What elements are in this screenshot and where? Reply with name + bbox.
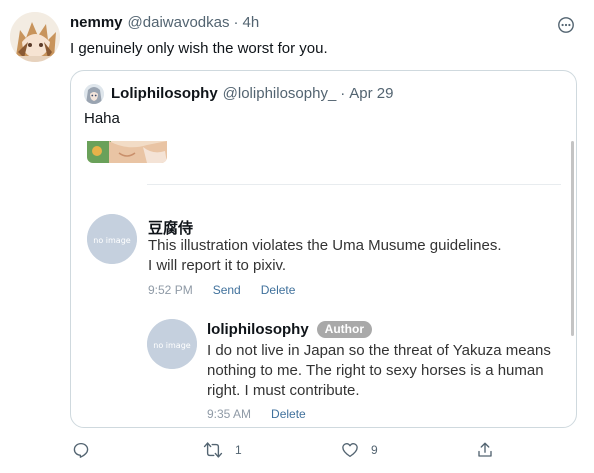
anime-character-avatar-icon xyxy=(10,12,60,62)
share-button[interactable] xyxy=(476,438,494,462)
more-options-icon xyxy=(558,17,574,33)
comment-author-name[interactable]: 豆腐侍 xyxy=(148,217,193,238)
quote-author-handle[interactable]: @loliphilosophy_ xyxy=(223,85,337,102)
tweet-text: I genuinely only wish the worst for you. xyxy=(70,40,328,57)
retweet-button[interactable]: 1 xyxy=(203,438,242,462)
more-options-button[interactable] xyxy=(556,15,576,35)
reply-button[interactable] xyxy=(72,438,90,462)
comment-line: This illustration violates the Uma Musum… xyxy=(148,237,502,254)
svg-text:no image: no image xyxy=(153,341,191,350)
quote-author-name[interactable]: Loliphilosophy xyxy=(111,85,218,102)
delete-button[interactable]: Delete xyxy=(271,407,306,421)
comment-line: I will report it to pixiv. xyxy=(148,257,287,274)
quote-author-avatar[interactable] xyxy=(84,84,104,104)
comment-author-name: loliphilosophy Author xyxy=(207,321,372,338)
comment-body: I do not live in Japan so the threat of … xyxy=(207,341,551,401)
illustration-image xyxy=(87,141,167,163)
svg-text:no image: no image xyxy=(93,236,131,245)
heart-icon xyxy=(342,443,358,458)
comment-meta: 9:35 AM Delete xyxy=(207,407,306,421)
quote-date[interactable]: Apr 29 xyxy=(349,85,393,102)
retweet-count: 1 xyxy=(235,443,242,457)
comment-line: nothing to me. The right to sexy horses … xyxy=(207,362,544,379)
quote-image-fragment[interactable] xyxy=(87,141,167,163)
separator-dot: · xyxy=(233,14,239,31)
quote-text: Haha xyxy=(84,110,120,127)
no-image-placeholder-icon: no image xyxy=(147,319,197,369)
action-bar: 1 9 xyxy=(70,438,500,462)
delete-button[interactable]: Delete xyxy=(261,283,296,297)
anime-character-avatar-icon xyxy=(84,84,104,104)
reply-author-name[interactable]: loliphilosophy xyxy=(207,321,309,338)
comment-line: I do not live in Japan so the threat of … xyxy=(207,342,551,359)
comment-meta: 9:52 PM Send Delete xyxy=(148,283,295,297)
no-image-placeholder-icon: no image xyxy=(87,214,137,264)
tweet-time[interactable]: 4h xyxy=(242,14,259,31)
like-count: 9 xyxy=(371,443,378,457)
author-badge: Author xyxy=(316,321,372,338)
author-avatar[interactable] xyxy=(10,12,60,62)
comment-time: 9:35 AM xyxy=(207,407,252,421)
author-handle[interactable]: @daiwavodkas xyxy=(128,14,230,31)
comment-avatar[interactable]: no image xyxy=(147,319,197,369)
scrollbar[interactable] xyxy=(571,141,574,336)
author-name[interactable]: nemmy xyxy=(70,14,123,31)
share-icon xyxy=(478,442,492,457)
comment-line: right. I must contribute. xyxy=(207,382,360,399)
like-button[interactable]: 9 xyxy=(341,438,378,462)
send-button[interactable]: Send xyxy=(213,283,241,297)
comment-time: 9:52 PM xyxy=(148,283,193,297)
separator-dot: · xyxy=(340,85,346,102)
tweet-header: nemmy @daiwavodkas · 4h xyxy=(70,14,259,34)
quoted-tweet[interactable]: Loliphilosophy @loliphilosophy_ · Apr 29… xyxy=(70,70,577,428)
quote-header: Loliphilosophy @loliphilosophy_ · Apr 29 xyxy=(111,85,394,102)
reply-icon xyxy=(73,442,89,458)
retweet-icon xyxy=(203,442,223,458)
divider xyxy=(147,184,561,185)
comment-avatar[interactable]: no image xyxy=(87,214,137,264)
comment-body: This illustration violates the Uma Musum… xyxy=(148,236,502,276)
tweet: nemmy @daiwavodkas · 4h I genuinely only… xyxy=(0,0,594,473)
